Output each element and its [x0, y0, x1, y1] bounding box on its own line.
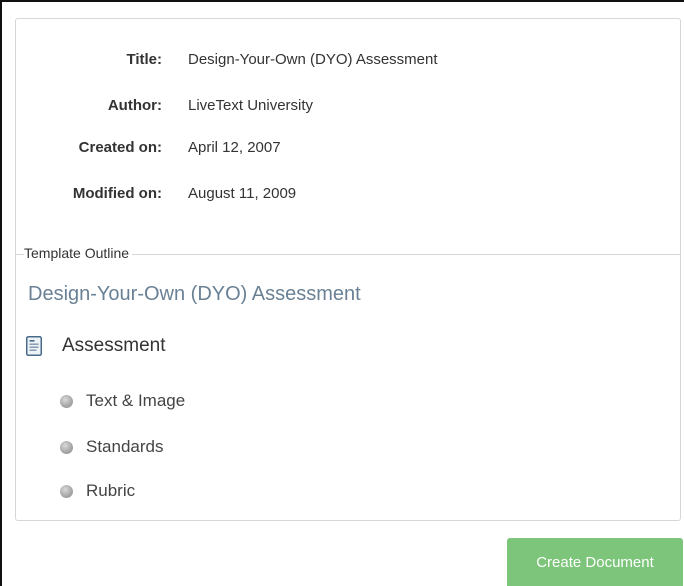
outline-item-label: Standards: [86, 437, 164, 456]
gray-bullet-icon: [60, 440, 73, 454]
created-row: Created on: April 12, 2007: [16, 136, 281, 158]
modified-row: Modified on: August 11, 2009: [16, 182, 296, 204]
template-outline-legend: Template Outline: [24, 245, 133, 261]
author-label: Author:: [107, 96, 162, 114]
outline-item-label: Text & Image: [86, 391, 186, 410]
outline-document-title: Design-Your-Own (DYO) Assessment: [28, 283, 361, 305]
outline-item-rubric[interactable]: Rubric: [60, 481, 135, 501]
document-icon: [26, 336, 42, 356]
gray-bullet-icon: [60, 484, 73, 498]
created-label: Created on:: [78, 138, 162, 156]
modified-label: Modified on:: [72, 184, 162, 202]
window-frame-top: [0, 0, 684, 2]
gray-bullet-icon: [60, 394, 73, 408]
created-value: April 12, 2007: [188, 138, 281, 156]
outline-section-label: Assessment: [62, 335, 166, 356]
outline-item-text-image[interactable]: Text & Image: [60, 391, 185, 411]
create-document-button[interactable]: Create Document: [507, 538, 683, 586]
title-value: Design-Your-Own (DYO) Assessment: [188, 50, 438, 68]
window-frame-left: [0, 0, 2, 586]
template-details-panel: Title: Design-Your-Own (DYO) Assessment …: [15, 18, 681, 521]
author-row: Author: LiveText University: [16, 94, 313, 116]
outline-section-assessment[interactable]: Assessment: [26, 335, 165, 357]
modified-value: August 11, 2009: [188, 184, 297, 202]
title-row: Title: Design-Your-Own (DYO) Assessment: [16, 48, 438, 70]
author-value: LiveText University: [188, 96, 314, 114]
outline-item-standards[interactable]: Standards: [60, 437, 164, 457]
title-label: Title:: [126, 50, 162, 68]
outline-item-label: Rubric: [86, 481, 136, 500]
